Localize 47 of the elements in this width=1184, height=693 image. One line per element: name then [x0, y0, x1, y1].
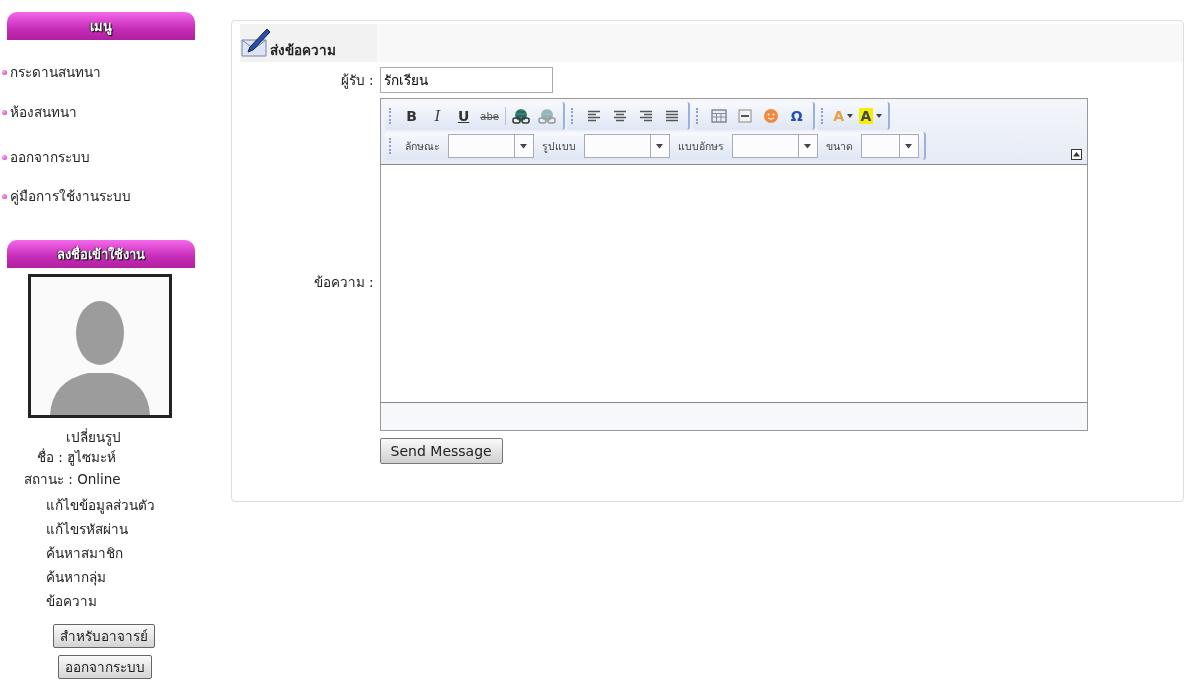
message-field[interactable]: [379, 165, 1088, 403]
profile-link[interactable]: ค้นหากลุ่ม: [46, 566, 201, 590]
italic-button[interactable]: I: [426, 105, 449, 127]
change-photo-link[interactable]: เปลี่ยนรูป: [66, 426, 201, 446]
strikethrough-button[interactable]: abe: [478, 105, 501, 127]
recipient-label: ผู้รับ :: [339, 71, 375, 91]
caret-icon: [875, 113, 884, 119]
bullet-icon: [2, 154, 7, 160]
login-header: ลงชื่อเข้าใช้งาน: [7, 240, 195, 268]
profile-link[interactable]: ค้นหาสมาชิก: [46, 542, 201, 566]
caret-icon: [846, 113, 854, 119]
caret-icon: [905, 143, 913, 149]
profile-link[interactable]: แก้ไขข้อมูลส่วนตัว: [46, 494, 201, 518]
message-label: ข้อความ :: [312, 273, 375, 292]
menu-header: เมนู: [7, 12, 195, 40]
highlight-color-button[interactable]: A: [858, 105, 884, 127]
caret-icon: [656, 143, 664, 149]
menu-link[interactable]: คู่มือการใช้งานระบบ: [10, 185, 131, 207]
send-button[interactable]: Send Message: [379, 438, 503, 464]
recipient-field[interactable]: รักเรียน: [379, 67, 553, 93]
bullet-icon: [2, 109, 7, 115]
profile-link[interactable]: ข้อความ: [46, 590, 201, 614]
dropdown[interactable]: [447, 134, 534, 158]
menu-link[interactable]: ออกจากระบบ: [10, 146, 90, 168]
user-status: สถานะ : Online: [24, 470, 122, 489]
dropdown[interactable]: [731, 134, 818, 158]
panel-title: ส่งข้อความ: [269, 41, 336, 60]
bold-button[interactable]: B: [400, 105, 423, 127]
logout-button[interactable]: ออกจากระบบ: [58, 655, 152, 679]
menu-link[interactable]: กระดานสนทนา: [10, 61, 101, 83]
special-character-button[interactable]: Ω: [785, 105, 808, 127]
user-name: ชื่อ : ฮูไซมะห์: [37, 447, 118, 468]
dropdown-label: ขนาด: [825, 138, 853, 154]
profile-link[interactable]: แก้ไขรหัสผ่าน: [46, 518, 201, 542]
dropdown-label: รูปแบบ: [541, 138, 576, 155]
dropdown-label: แบบอักษร: [677, 138, 724, 154]
caret-icon: [804, 143, 812, 149]
underline-button[interactable]: U: [452, 105, 475, 127]
bullet-icon: [2, 69, 7, 75]
caret-icon: [520, 143, 528, 149]
dropdown-label: ลักษณะ: [404, 138, 440, 154]
menu-link[interactable]: ห้องสนทนา: [10, 101, 77, 123]
dropdown[interactable]: [583, 134, 670, 158]
bullet-icon: [2, 193, 7, 199]
collapse-toolbar-icon[interactable]: [1070, 149, 1082, 160]
teacher-button[interactable]: สำหรับอาจารย์: [53, 624, 155, 648]
dropdown[interactable]: [860, 134, 919, 158]
